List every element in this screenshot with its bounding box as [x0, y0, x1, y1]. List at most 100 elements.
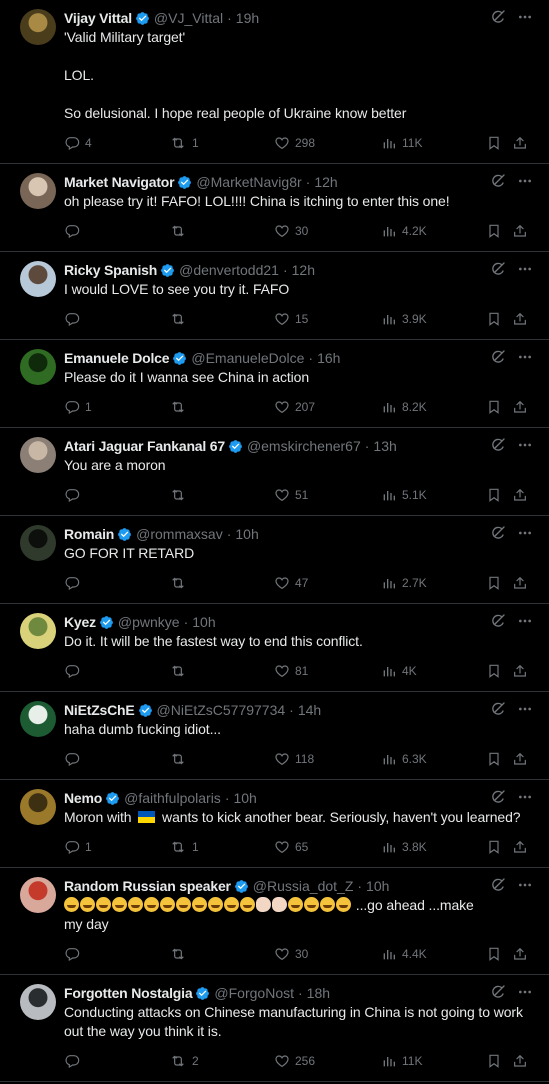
display-name[interactable]: Atari Jaguar Fankanal 67: [64, 438, 225, 454]
views-button[interactable]: 4K: [381, 651, 417, 691]
bookmark-button[interactable]: [486, 475, 507, 515]
grok-icon[interactable]: [490, 525, 506, 541]
views-button[interactable]: 3.9K: [381, 299, 427, 339]
tweet[interactable]: Random Russian speaker @Russia_dot_Z · 1…: [0, 868, 549, 975]
user-handle[interactable]: @Russia_dot_Z: [253, 878, 354, 894]
retweet-button[interactable]: [169, 475, 192, 515]
display-name[interactable]: Market Navigator: [64, 174, 175, 190]
reply-button[interactable]: [64, 299, 85, 339]
more-icon[interactable]: [517, 437, 533, 453]
display-name[interactable]: Kyez: [64, 614, 96, 630]
retweet-button[interactable]: [169, 739, 192, 779]
reply-button[interactable]: [64, 211, 85, 251]
user-handle[interactable]: @denvertodd21: [179, 262, 279, 278]
more-icon[interactable]: [517, 173, 533, 189]
display-name[interactable]: NiEtZsChE: [64, 702, 135, 718]
grok-icon[interactable]: [490, 9, 506, 25]
share-button[interactable]: [512, 475, 533, 515]
views-button[interactable]: 4.2K: [381, 211, 427, 251]
like-button[interactable]: 118: [274, 739, 314, 779]
bookmark-button[interactable]: [486, 1041, 507, 1081]
more-icon[interactable]: [517, 984, 533, 1000]
retweet-button[interactable]: 1: [169, 827, 199, 867]
more-icon[interactable]: [517, 613, 533, 629]
display-name[interactable]: Nemo: [64, 790, 102, 806]
tweet[interactable]: Vijay Vittal @VJ_Vittal · 19h 'Valid Mil…: [0, 0, 549, 164]
bookmark-button[interactable]: [486, 563, 507, 603]
user-handle[interactable]: @ForgoNost: [214, 985, 294, 1001]
reply-button[interactable]: [64, 563, 85, 603]
avatar[interactable]: [20, 437, 56, 473]
retweet-button[interactable]: [169, 387, 192, 427]
tweet[interactable]: NiEtZsChE @NiEtZsC57797734 · 14h haha du…: [0, 692, 549, 780]
tweet[interactable]: Atari Jaguar Fankanal 67 @emskirchener67…: [0, 428, 549, 516]
more-icon[interactable]: [517, 789, 533, 805]
timestamp[interactable]: 18h: [307, 985, 330, 1001]
user-handle[interactable]: @MarketNavig8r: [196, 174, 301, 190]
like-button[interactable]: 47: [274, 563, 308, 603]
user-handle[interactable]: @emskirchener67: [247, 438, 361, 454]
bookmark-button[interactable]: [486, 299, 507, 339]
avatar[interactable]: [20, 525, 56, 561]
reply-button[interactable]: 4: [64, 123, 92, 163]
bookmark-button[interactable]: [486, 739, 507, 779]
timestamp[interactable]: 16h: [317, 350, 340, 366]
user-handle[interactable]: @pwnkye: [118, 614, 180, 630]
more-icon[interactable]: [517, 261, 533, 277]
bookmark-button[interactable]: [486, 123, 507, 163]
display-name[interactable]: Random Russian speaker: [64, 878, 231, 894]
like-button[interactable]: 256: [274, 1041, 315, 1081]
avatar[interactable]: [20, 173, 56, 209]
share-button[interactable]: [512, 211, 533, 251]
tweet[interactable]: Nemo @faithfulpolaris · 10h Moron with w…: [0, 780, 549, 868]
more-icon[interactable]: [517, 877, 533, 893]
reply-button[interactable]: 1: [64, 827, 92, 867]
retweet-button[interactable]: 2: [169, 1041, 199, 1081]
grok-icon[interactable]: [490, 349, 506, 365]
share-button[interactable]: [512, 387, 533, 427]
grok-icon[interactable]: [490, 437, 506, 453]
like-button[interactable]: 51: [274, 475, 308, 515]
timestamp[interactable]: 13h: [373, 438, 396, 454]
user-handle[interactable]: @rommaxsav: [136, 526, 223, 542]
more-icon[interactable]: [517, 701, 533, 717]
timestamp[interactable]: 10h: [235, 526, 258, 542]
avatar[interactable]: [20, 9, 56, 45]
views-button[interactable]: 11K: [381, 123, 422, 163]
timestamp[interactable]: 10h: [192, 614, 215, 630]
reply-button[interactable]: [64, 934, 85, 974]
grok-icon[interactable]: [490, 613, 506, 629]
grok-icon[interactable]: [490, 701, 506, 717]
avatar[interactable]: [20, 701, 56, 737]
tweet[interactable]: Kyez @pwnkye · 10h Do it. It will be the…: [0, 604, 549, 692]
reply-button[interactable]: [64, 1041, 85, 1081]
grok-icon[interactable]: [490, 984, 506, 1000]
more-icon[interactable]: [517, 349, 533, 365]
user-handle[interactable]: @VJ_Vittal: [154, 10, 223, 26]
share-button[interactable]: [512, 1041, 533, 1081]
more-icon[interactable]: [517, 9, 533, 25]
share-button[interactable]: [512, 827, 533, 867]
bookmark-button[interactable]: [486, 934, 507, 974]
views-button[interactable]: 4.4K: [381, 934, 427, 974]
timestamp[interactable]: 14h: [298, 702, 321, 718]
views-button[interactable]: 11K: [381, 1041, 422, 1081]
share-button[interactable]: [512, 299, 533, 339]
grok-icon[interactable]: [490, 877, 506, 893]
grok-icon[interactable]: [490, 173, 506, 189]
more-icon[interactable]: [517, 525, 533, 541]
reply-button[interactable]: [64, 475, 85, 515]
grok-icon[interactable]: [490, 789, 506, 805]
reply-button[interactable]: [64, 651, 85, 691]
like-button[interactable]: 81: [274, 651, 308, 691]
share-button[interactable]: [512, 563, 533, 603]
display-name[interactable]: Emanuele Dolce: [64, 350, 170, 366]
views-button[interactable]: 6.3K: [381, 739, 427, 779]
like-button[interactable]: 298: [274, 123, 315, 163]
grok-icon[interactable]: [490, 261, 506, 277]
bookmark-button[interactable]: [486, 827, 507, 867]
user-handle[interactable]: @faithfulpolaris: [124, 790, 221, 806]
timestamp[interactable]: 12h: [314, 174, 337, 190]
display-name[interactable]: Forgotten Nostalgia: [64, 985, 193, 1001]
share-button[interactable]: [512, 934, 533, 974]
